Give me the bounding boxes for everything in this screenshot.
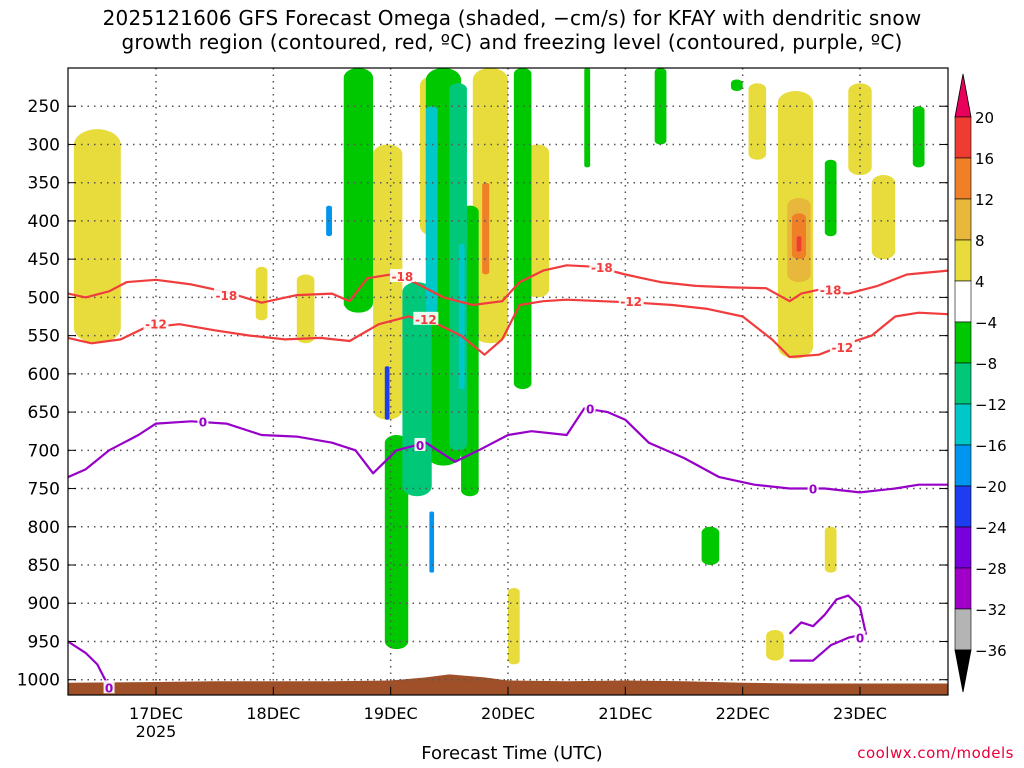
colorbar-bottom-triangle: [954, 649, 972, 693]
contour-label-0-2: -18: [591, 261, 613, 275]
omega-region-14: [482, 182, 490, 275]
contour-label-4-0: 0: [856, 632, 864, 646]
y-tick-label-950: 950: [28, 632, 60, 652]
y-tick-label-1000: 1000: [17, 671, 60, 691]
omega-region-18: [508, 587, 520, 665]
colorbar-box-12: [954, 608, 972, 651]
omega-region-35: [429, 511, 435, 573]
colorbar-box-10: [954, 526, 972, 569]
x-tick-label-18DEC: 18DEC: [246, 704, 300, 723]
x-year-label: 2025: [136, 722, 177, 741]
colorbar-label-6: −8: [975, 355, 997, 373]
contour-label-2-1: 0: [416, 439, 424, 453]
contour-label-2-2: 0: [586, 402, 594, 416]
contour-label-2-0: 0: [199, 415, 207, 429]
colorbar-label-5: −4: [975, 314, 997, 332]
contour-label-1-1: -12: [415, 313, 437, 327]
contour-line-freezing-surface-right-4: [788, 594, 867, 662]
omega-region-27: [912, 106, 925, 168]
x-tick-label-20DEC: 20DEC: [481, 704, 535, 723]
colorbar-box-6: [954, 362, 972, 405]
y-tick-label-550: 550: [28, 327, 60, 347]
contour-label-0-0: -18: [216, 289, 238, 303]
y-tick-label-650: 650: [28, 403, 60, 423]
contour-label-0-1: -18: [392, 270, 414, 284]
contour-label-1-3: -12: [832, 341, 854, 355]
site-credit: coolwx.com/models: [857, 744, 1014, 762]
x-tick-label-17DEC: 17DEC: [129, 704, 183, 723]
colorbar-box-8: [954, 444, 972, 487]
colorbar: 20 16 12 8 4 −4 −8 −12 −16 −20 −24 −28 −32 −36: [954, 73, 1007, 693]
contour-line-freezing-surface-low-3: [67, 640, 111, 688]
y-tick-label-300: 300: [28, 135, 60, 155]
colorbar-label-11: −28: [975, 560, 1007, 578]
x-tick-label-23DEC: 23DEC: [833, 704, 887, 723]
omega-region-16: [766, 630, 784, 661]
omega-region-2: [296, 274, 315, 344]
contour-label-3-0: 0: [105, 681, 113, 695]
y-tick-label-350: 350: [28, 174, 60, 194]
colorbar-label-1: 16: [975, 150, 994, 168]
omega-region-19: [343, 68, 374, 313]
omega-region-29: [701, 526, 720, 566]
y-tick-label-600: 600: [28, 365, 60, 385]
omega-region-17: [824, 526, 837, 573]
colorbar-box-1: [954, 157, 972, 200]
colorbar-label-10: −24: [975, 519, 1007, 537]
omega-region-33: [458, 243, 465, 390]
contour-label-0-3: -18: [820, 284, 842, 298]
y-tick-label-250: 250: [28, 97, 60, 117]
omega-region-23: [584, 68, 591, 168]
omega-region-22: [513, 68, 532, 390]
colorbar-box-2: [954, 198, 972, 241]
x-tick-label-21DEC: 21DEC: [598, 704, 652, 723]
y-tick-label-500: 500: [28, 288, 60, 308]
y-tick-label-400: 400: [28, 212, 60, 232]
colorbar-label-7: −12: [975, 396, 1007, 414]
omega-region-10: [871, 175, 896, 260]
colorbar-box-5: [954, 321, 972, 364]
contour-label-1-0: -12: [145, 317, 167, 331]
colorbar-label-13: −36: [975, 642, 1007, 660]
y-tick-label-750: 750: [28, 480, 60, 500]
y-tick-label-450: 450: [28, 250, 60, 270]
omega-region-32: [425, 106, 438, 313]
omega-region-0: [73, 129, 121, 344]
colorbar-label-8: −16: [975, 437, 1007, 455]
colorbar-label-4: 4: [975, 273, 985, 291]
y-tick-label-800: 800: [28, 518, 60, 538]
y-tick-label-700: 700: [28, 441, 60, 461]
omega-region-9: [848, 83, 872, 176]
colorbar-label-0: 20: [975, 109, 994, 127]
contour-label-1-2: -12: [620, 295, 642, 309]
colorbar-label-12: −32: [975, 601, 1007, 619]
colorbar-label-2: 12: [975, 191, 994, 209]
colorbar-box-7: [954, 403, 972, 446]
omega-region-25: [730, 79, 743, 91]
colorbar-label-9: −20: [975, 478, 1007, 496]
colorbar-box-11: [954, 567, 972, 610]
omega-region-13: [796, 236, 802, 252]
y-tick-label-850: 850: [28, 556, 60, 576]
colorbar-box-0: [954, 116, 972, 159]
omega-shading-layer: [73, 68, 925, 665]
omega-region-1: [255, 266, 268, 321]
colorbar-box-3: [954, 239, 972, 282]
colorbar-label-3: 8: [975, 232, 985, 250]
colorbar-box-4: [954, 280, 972, 323]
colorbar-top-triangle: [954, 73, 972, 118]
contour-label-2-3: 0: [809, 483, 817, 497]
omega-time-height-chart: -18 -18 -18 -18 -12 -12 -12 -12 0 0 0 0 0 0 250 300 350…: [17, 67, 1007, 741]
colorbar-box-9: [954, 485, 972, 528]
x-tick-label-19DEC: 19DEC: [364, 704, 418, 723]
omega-region-7: [748, 83, 767, 160]
omega-region-26: [824, 159, 837, 237]
x-tick-label-22DEC: 22DEC: [716, 704, 770, 723]
y-tick-label-900: 900: [28, 594, 60, 614]
